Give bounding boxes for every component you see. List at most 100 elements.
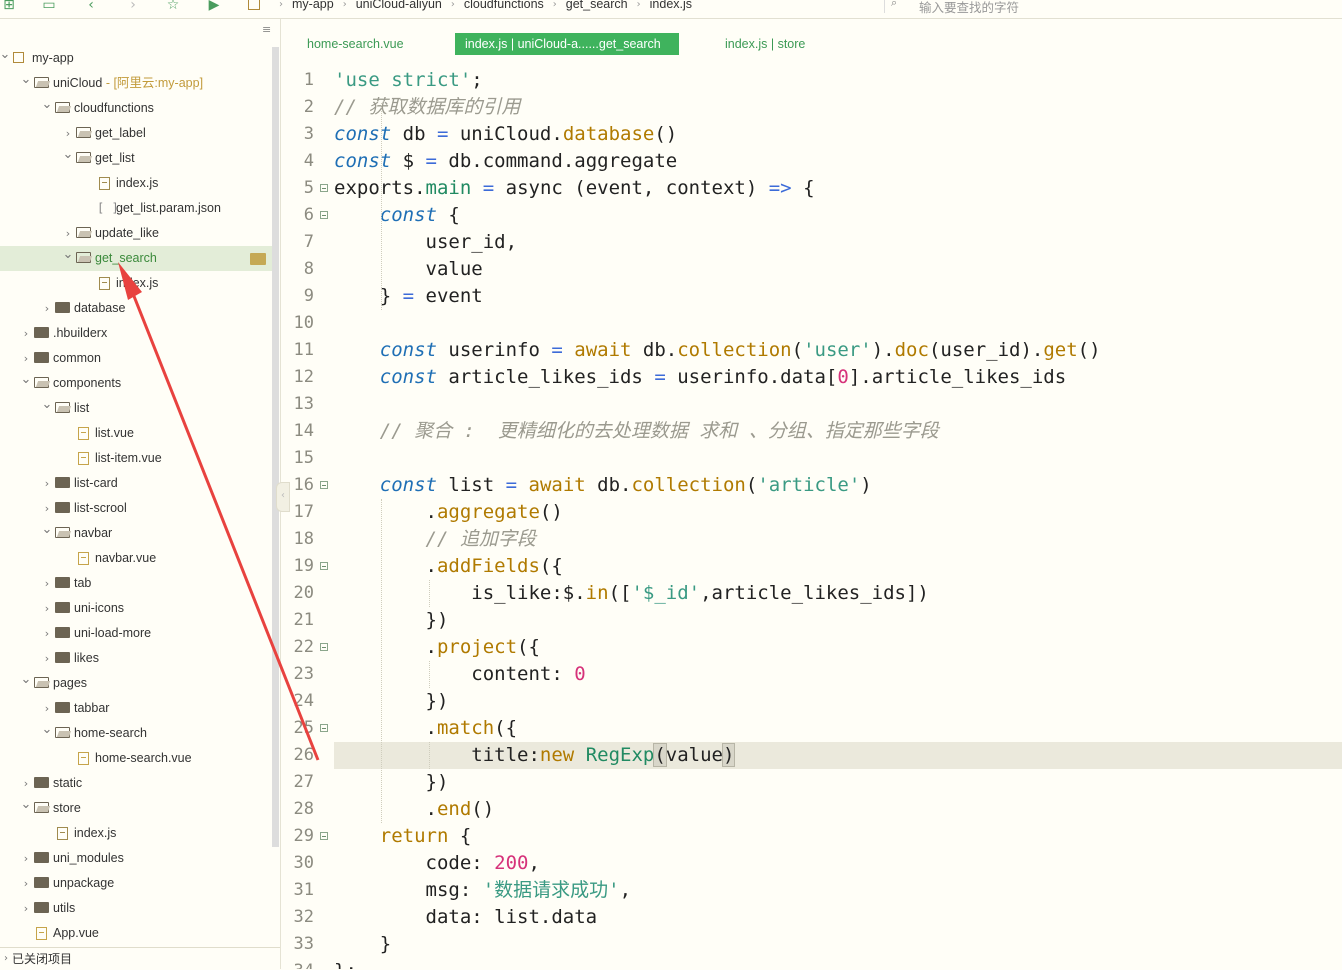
tree-item[interactable]: home-search.vue	[0, 746, 272, 771]
code-line[interactable]: 4 const $ = db.command.aggregate	[281, 148, 1342, 175]
code-line[interactable]: 30 code: 200,	[281, 850, 1342, 877]
tree-item[interactable]: › .hbuilderx	[0, 321, 272, 346]
chevron-down-icon[interactable]: ⌄	[62, 142, 74, 167]
chevron-right-icon[interactable]: ›	[41, 471, 53, 496]
breadcrumb-item[interactable]: cloudfunctions	[464, 0, 544, 11]
code-line[interactable]: 28 .end()	[281, 796, 1342, 823]
fold-toggle-icon[interactable]	[320, 481, 328, 489]
code-line[interactable]: 23 content: 0	[281, 661, 1342, 688]
code-line[interactable]: 3 const db = uniCloud.database()	[281, 121, 1342, 148]
chevron-right-icon[interactable]: ›	[20, 846, 32, 871]
code-line[interactable]: 32 data: list.data	[281, 904, 1342, 931]
tab-home-search-vue[interactable]: home-search.vue	[297, 33, 414, 55]
tree-item[interactable]: ⌄ pages	[0, 671, 272, 696]
fold-toggle-icon[interactable]	[320, 184, 328, 192]
code-line[interactable]: 11 const userinfo = await db.collection(…	[281, 337, 1342, 364]
breadcrumb-item[interactable]: my-app	[292, 0, 334, 11]
code-line[interactable]: 15	[281, 445, 1342, 472]
chevron-down-icon[interactable]: ⌄	[20, 667, 32, 692]
code-line[interactable]: 1 'use strict';	[281, 67, 1342, 94]
tree-item[interactable]: › unpackage	[0, 871, 272, 896]
fold-toggle-icon[interactable]	[320, 724, 328, 732]
tree-item[interactable]: › likes	[0, 646, 272, 671]
code-line[interactable]: 16 const list = await db.collection('art…	[281, 472, 1342, 499]
tree-item[interactable]: › utils	[0, 896, 272, 921]
closed-projects[interactable]: › 已关闭项目	[0, 947, 280, 970]
chevron-down-icon[interactable]: ⌄	[41, 392, 53, 417]
code-line[interactable]: 14 // 聚合 : 更精细化的去处理数据 求和 、分组、指定那些字段	[281, 418, 1342, 445]
chevron-right-icon[interactable]: ›	[41, 596, 53, 621]
tree-item[interactable]: › uni_modules	[0, 846, 272, 871]
fold-toggle-icon[interactable]	[320, 643, 328, 651]
menu-icon[interactable]: ≡	[262, 24, 272, 35]
chevron-down-icon[interactable]: ⌄	[20, 367, 32, 392]
tree-item[interactable]: list.vue	[0, 421, 272, 446]
code-line[interactable]: 5 exports.main = async (event, context) =…	[281, 175, 1342, 202]
tree-item[interactable]: ⌄ cloudfunctions	[0, 96, 272, 121]
code-line[interactable]: 13	[281, 391, 1342, 418]
folder-icon[interactable]	[250, 253, 266, 265]
chevron-down-icon[interactable]: ⌄	[41, 717, 53, 742]
tree-item[interactable]: › get_label	[0, 121, 272, 146]
chevron-right-icon[interactable]: ›	[20, 896, 32, 921]
sidebar-scrollbar[interactable]	[272, 47, 279, 847]
code-line[interactable]: 2 // 获取数据库的引用	[281, 94, 1342, 121]
tree-item[interactable]: › common	[0, 346, 272, 371]
chevron-right-icon[interactable]: ›	[41, 296, 53, 321]
code-line[interactable]: 27 })	[281, 769, 1342, 796]
code-line[interactable]: 24 })	[281, 688, 1342, 715]
chevron-right-icon[interactable]: ›	[41, 571, 53, 596]
tree-item[interactable]: › static	[0, 771, 272, 796]
tree-item[interactable]: ⌄ get_search	[0, 246, 272, 271]
tree-item[interactable]: ⌄ navbar	[0, 521, 272, 546]
code-line[interactable]: 19 .addFields({	[281, 553, 1342, 580]
chevron-down-icon[interactable]: ⌄	[41, 92, 53, 117]
tree-item[interactable]: ⌄ my-app	[0, 46, 272, 71]
tree-item[interactable]: › database	[0, 296, 272, 321]
tree-item[interactable]: › uni-icons	[0, 596, 272, 621]
tree-item[interactable]: navbar.vue	[0, 546, 272, 571]
code-line[interactable]: 31 msg: '数据请求成功',	[281, 877, 1342, 904]
code-line[interactable]: 22 .project({	[281, 634, 1342, 661]
chevron-right-icon[interactable]: ›	[20, 871, 32, 896]
tree-item[interactable]: App.vue	[0, 921, 272, 946]
chevron-down-icon[interactable]: ⌄	[41, 517, 53, 542]
chevron-right-icon[interactable]: ›	[20, 321, 32, 346]
tree-item[interactable]: index.js	[0, 171, 272, 196]
tree-item[interactable]: index.js	[0, 271, 272, 296]
chevron-down-icon[interactable]: ⌄	[0, 42, 11, 67]
code-line[interactable]: 8 value	[281, 256, 1342, 283]
breadcrumb-item[interactable]: get_search	[566, 0, 628, 11]
code-line[interactable]: 9 } = event	[281, 283, 1342, 310]
star-icon[interactable]: ☆	[164, 0, 182, 14]
tab-index-js-get-search[interactable]: index.js | uniCloud-a......get_search	[455, 33, 679, 55]
tree-item[interactable]: › update_like	[0, 221, 272, 246]
code-line[interactable]: 29 return {	[281, 823, 1342, 850]
tree-item[interactable]: list-item.vue	[0, 446, 272, 471]
tree-item[interactable]: › list-card	[0, 471, 272, 496]
code-line[interactable]: 7 user_id,	[281, 229, 1342, 256]
chevron-right-icon[interactable]: ›	[41, 646, 53, 671]
code-line[interactable]: 25 .match({	[281, 715, 1342, 742]
breadcrumb-item[interactable]: index.js	[650, 0, 692, 11]
code-line[interactable]: 20 is_like:$.in(['$_id',article_likes_id…	[281, 580, 1342, 607]
new-file-icon[interactable]: ⊞	[0, 0, 18, 14]
tree-item[interactable]: [ ] get_list.param.json	[0, 196, 272, 221]
tree-item[interactable]: index.js	[0, 821, 272, 846]
tab-index-js-store[interactable]: index.js | store	[715, 33, 815, 55]
tree-item[interactable]: › uni-load-more	[0, 621, 272, 646]
run-icon[interactable]: ▶	[205, 0, 223, 14]
code-line[interactable]: 6 const {	[281, 202, 1342, 229]
code-line[interactable]: 12 const article_likes_ids = userinfo.da…	[281, 364, 1342, 391]
forward-icon[interactable]: ›	[124, 0, 142, 14]
fold-toggle-icon[interactable]	[320, 562, 328, 570]
tree-item[interactable]: › tab	[0, 571, 272, 596]
code-line[interactable]: 34};	[281, 958, 1342, 969]
chevron-down-icon[interactable]: ⌄	[62, 242, 74, 267]
fold-toggle-icon[interactable]	[320, 211, 328, 219]
back-icon[interactable]: ‹	[82, 0, 100, 14]
save-icon[interactable]: ▭	[40, 0, 58, 14]
code-line[interactable]: 17 .aggregate()	[281, 499, 1342, 526]
fold-toggle-icon[interactable]	[320, 832, 328, 840]
tree-item[interactable]: ⌄ home-search	[0, 721, 272, 746]
